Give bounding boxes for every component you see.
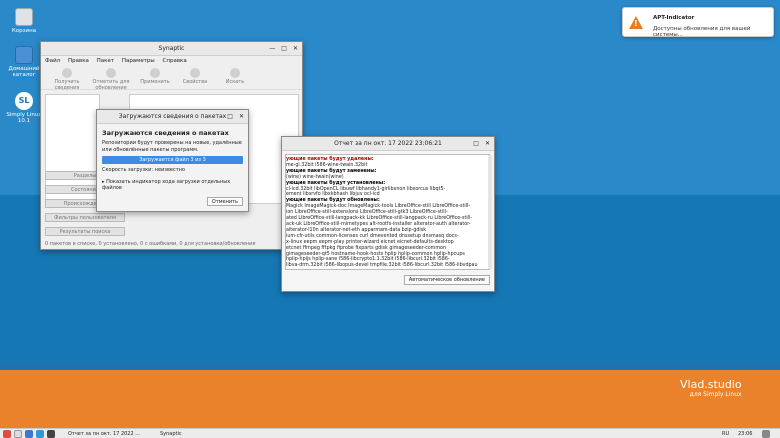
desktop-icon-label: Корзина [11, 28, 37, 34]
toolbar: Получить сведения Отметить для обновлени… [41, 66, 302, 91]
scrollbar[interactable] [488, 155, 492, 269]
search-button[interactable]: Искать [215, 66, 255, 89]
synaptic-titlebar[interactable]: Synaptic — □ ✕ [41, 42, 302, 56]
warning-icon: ! [629, 16, 643, 29]
dialog-description: Репозитории будут проверены на новые, уд… [102, 140, 242, 153]
notification-body: Доступны обновления для вашей системы... [653, 26, 751, 38]
taskbar: Отчет за пн окт. 17 2022 ... Synaptic RU… [0, 428, 780, 438]
task-report[interactable]: Отчет за пн окт. 17 2022 ... [68, 430, 148, 438]
maximize-icon[interactable]: □ [281, 45, 287, 52]
dialog-title: Загружаются сведения о пакетах [118, 113, 227, 120]
desktop-icon-label: Домашний каталог [8, 66, 40, 78]
watermark-title: Vlad.studio [680, 378, 742, 391]
mark-upgrades-button[interactable]: Отметить для обновления [87, 66, 135, 91]
desktop-sand [0, 370, 780, 428]
menu-help[interactable]: Справка [163, 58, 187, 64]
progress-bar: Загружается файл 3 из 3 [102, 156, 243, 164]
upgrade-icon [106, 68, 116, 78]
properties-button[interactable]: Свойства [175, 66, 215, 89]
loading-dialog: Загружаются сведения о пакетах □ ✕ Загруж… [96, 109, 249, 212]
close-icon[interactable]: ✕ [293, 45, 298, 52]
report-line: libva-drm.32bit i586-libopus-devel tmpfi… [286, 263, 478, 269]
notification-title: APT-Indicator [653, 15, 695, 21]
menu-icon[interactable] [3, 430, 11, 438]
window-title: Synaptic [158, 45, 185, 52]
reload-button[interactable]: Получить сведения [47, 66, 87, 91]
menu-settings[interactable]: Параметры [122, 58, 155, 64]
simply-linux-logo-icon: SL [15, 92, 33, 110]
close-icon[interactable]: ✕ [485, 140, 490, 147]
search-icon [230, 68, 240, 78]
desktop-icon-trash[interactable]: Корзина [6, 8, 42, 34]
trash-icon [15, 8, 33, 26]
apply-button[interactable]: Применить [135, 66, 175, 89]
maximize-icon[interactable]: □ [473, 140, 479, 147]
show-desktop-icon[interactable] [14, 430, 22, 438]
report-window: Отчет за пн окт. 17 2022 23:06:21 □ ✕ ующ… [281, 136, 495, 292]
desktop-icon-home[interactable]: Домашний каталог [6, 46, 42, 78]
menu-file[interactable]: Файл [45, 58, 60, 64]
power-icon[interactable] [762, 430, 770, 438]
status-bar: 0 пакетов в списке, 0 установлено, 0 с о… [45, 241, 256, 247]
properties-icon [190, 68, 200, 78]
wallpaper-watermark: Vlad.studio для Simply Linux [680, 378, 742, 398]
update-notification[interactable]: ! APT-Indicator Доступны обновления для … [622, 7, 774, 38]
browser-icon[interactable] [36, 430, 44, 438]
desktop-icon-simply-linux[interactable]: SL Simply Linux 10.1 [6, 92, 42, 124]
download-speed: Скорость загрузки: неизвестно [102, 167, 185, 173]
report-text[interactable]: ующие пакеты будут удалены: me-gl.32bit i… [285, 154, 490, 270]
terminal-icon[interactable] [47, 430, 55, 438]
menu-package[interactable]: Пакет [97, 58, 114, 64]
report-titlebar[interactable]: Отчет за пн окт. 17 2022 23:06:21 □ ✕ [282, 137, 494, 151]
cancel-button[interactable]: Отменить [206, 197, 243, 206]
auto-update-button[interactable]: Автоматическое обновление [403, 275, 490, 285]
custom-filters-button[interactable]: Фильтры пользователя [45, 213, 125, 222]
reload-icon [62, 68, 72, 78]
home-folder-icon [15, 46, 33, 64]
menu-edit[interactable]: Правка [68, 58, 89, 64]
dialog-heading: Загружаются сведения о пакетах [102, 129, 229, 137]
minimize-icon[interactable]: — [269, 45, 275, 52]
close-icon[interactable]: ✕ [239, 113, 244, 120]
show-details-toggle[interactable]: ▸ Показать индикатор хода загрузки отдел… [97, 173, 248, 191]
watermark-subtitle: для Simply Linux [689, 391, 742, 398]
window-title: Отчет за пн окт. 17 2022 23:06:21 [334, 140, 442, 147]
keyboard-layout[interactable]: RU [722, 430, 729, 438]
report-line: ium-cfr-utils common-licenses curl dmeve… [286, 233, 459, 239]
apply-icon [150, 68, 160, 78]
file-manager-icon[interactable] [25, 430, 33, 438]
maximize-icon[interactable]: □ [227, 113, 233, 120]
task-synaptic[interactable]: Synaptic [160, 430, 220, 438]
desktop-icon-label: Simply Linux 10.1 [6, 112, 42, 124]
search-results-button[interactable]: Результаты поиска [45, 227, 125, 236]
menu-bar: Файл Правка Пакет Параметры Справка [41, 56, 302, 66]
report-line: ack-uk LibreOffice-still-mimetypes alt-r… [286, 221, 471, 227]
clock[interactable]: 23:06 [738, 430, 752, 438]
dialog-titlebar[interactable]: Загружаются сведения о пакетах □ ✕ [97, 110, 248, 124]
